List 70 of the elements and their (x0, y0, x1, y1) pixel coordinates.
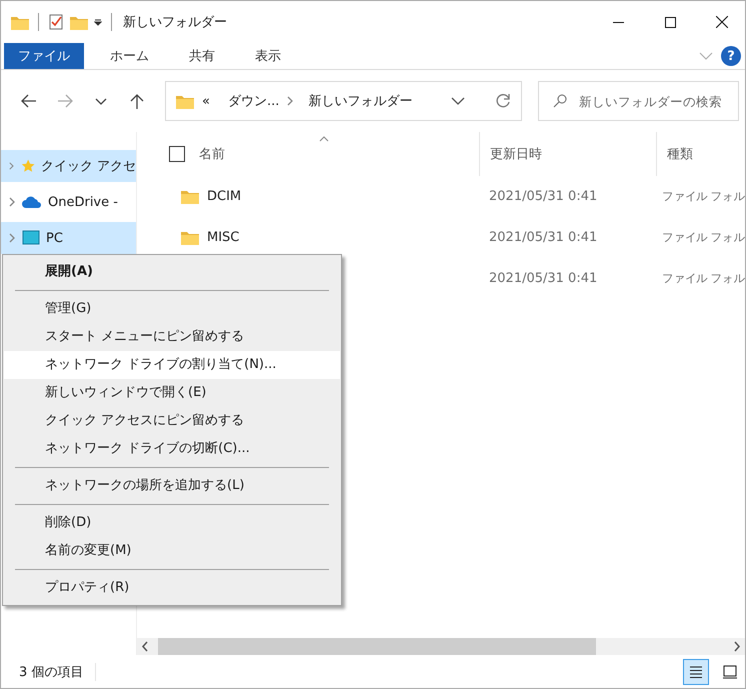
folder-icon (181, 189, 199, 204)
menu-item[interactable]: 削除(D) (4, 509, 340, 537)
column-header[interactable]: 種類 (667, 145, 693, 163)
sidebar-item-label: PC (46, 230, 63, 246)
menu-item[interactable]: ネットワークの場所を追加する(L) (4, 472, 340, 500)
search-icon (553, 94, 567, 108)
ribbon-tab[interactable]: 共有 (175, 43, 229, 69)
view-button[interactable] (683, 658, 709, 684)
maximize-icon (664, 16, 676, 28)
menu-item[interactable]: 新しいウィンドウで開く(E) (4, 379, 340, 407)
expand-chevron-icon (9, 233, 16, 243)
forward-arrow-icon (57, 94, 73, 108)
folder-icon (176, 94, 194, 108)
caret-down-icon (94, 18, 102, 26)
type-cell-text: ファイル フォル (661, 229, 745, 246)
ribbon-tab[interactable]: ホーム (96, 43, 163, 69)
chevron-down-icon (95, 98, 107, 104)
refresh-icon[interactable] (495, 93, 511, 109)
breadcrumb[interactable]: 新しいフォルダー (308, 92, 412, 110)
search-box[interactable]: 新しいフォルダーの検索 (538, 81, 739, 121)
expand-chevron-icon (9, 197, 16, 207)
ribbon-tab[interactable]: ファイル (4, 43, 84, 69)
monitor-icon (22, 230, 40, 246)
chevron-right-icon (287, 96, 294, 106)
menu-item[interactable]: スタート メニューにピン留めする (4, 323, 340, 351)
date-cell-text: 2021/05/31 0:41 (488, 270, 598, 288)
search-field[interactable]: 新しいフォルダーの検索 (577, 92, 734, 110)
address-bar[interactable]: « ダウン... 新しいフォルダー (165, 81, 522, 121)
sidebar-item[interactable]: PC (1, 222, 136, 254)
menu-item[interactable]: ネットワーク ドライブの割り当て(N)... (4, 351, 340, 379)
date-cell-text: 2021/05/31 0:41 (488, 188, 598, 206)
menu-item[interactable]: プロパティ(R) (4, 574, 340, 602)
details-view-icon (688, 664, 704, 680)
column-header[interactable]: 更新日時 (490, 145, 542, 163)
type-cell-text: ファイル フォル (661, 270, 745, 287)
overflow-chevron[interactable]: « (202, 94, 210, 108)
menu-item[interactable]: ネットワーク ドライブの切断(C)... (4, 435, 340, 463)
checklist-icon (48, 14, 64, 30)
menu-item[interactable]: 名前の変更(M) (4, 537, 340, 565)
menu-item[interactable]: 管理(G) (4, 295, 340, 323)
ribbon-tab[interactable]: 表示 (241, 43, 295, 69)
folder-icon (11, 14, 29, 30)
chevron-down-icon[interactable] (451, 97, 465, 105)
menu-item[interactable]: 展開(A) (4, 258, 340, 286)
item-count: 3 個の項目 (19, 662, 96, 680)
sidebar-item-label: OneDrive - (48, 194, 118, 210)
file-name[interactable]: MISC (207, 230, 240, 245)
large-icons-view-icon (722, 664, 738, 680)
help-button[interactable]: ? (721, 46, 741, 66)
sidebar-item-label: クイック アクセ (40, 158, 136, 175)
back-arrow-icon (21, 94, 37, 108)
folder-icon (70, 14, 88, 30)
menu-item[interactable]: クイック アクセスにピン留めする (4, 407, 340, 435)
type-cell-text: ファイル フォル (661, 188, 745, 205)
scrollbar-thumb[interactable] (158, 638, 596, 655)
breadcrumb[interactable]: ダウン... (228, 92, 280, 110)
window-title: 新しいフォルダー (123, 14, 228, 31)
sort-caret-icon (319, 136, 329, 142)
sidebar-item[interactable]: クイック アクセ (1, 150, 136, 182)
column-header[interactable]: 名前 (199, 145, 225, 163)
file-name[interactable]: DCIM (207, 189, 242, 204)
expand-chevron-icon (9, 161, 15, 171)
close-icon (716, 16, 728, 28)
date-cell-text: 2021/05/31 0:41 (488, 229, 598, 247)
cloud-icon (22, 195, 42, 209)
select-all-checkbox[interactable] (169, 146, 185, 162)
sidebar-item[interactable]: OneDrive - (1, 186, 136, 218)
folder-icon (181, 230, 199, 245)
horizontal-scrollbar[interactable] (137, 638, 745, 655)
up-arrow-icon (130, 93, 144, 109)
